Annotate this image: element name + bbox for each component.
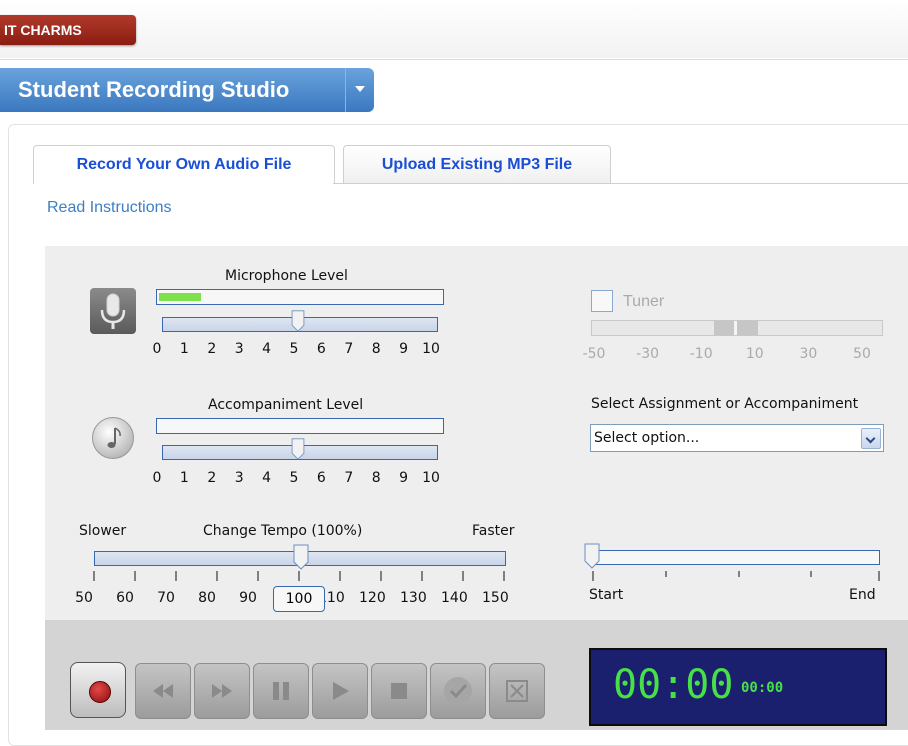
fast-forward-button[interactable]: [194, 663, 250, 719]
accompaniment-tick-label: 1: [179, 470, 189, 486]
microphone-meter-fill: [159, 293, 201, 301]
chevron-down-icon[interactable]: [861, 428, 881, 449]
page-title: Student Recording Studio: [18, 77, 290, 102]
mic-tick-label: 4: [262, 341, 272, 357]
tempo-slower-label: Slower: [79, 523, 127, 539]
submit-button[interactable]: [430, 663, 486, 719]
microphone-slider-thumb[interactable]: [291, 310, 305, 332]
tuner-tick-label: -50: [582, 346, 606, 362]
tuner-tick-label: 50: [853, 346, 871, 362]
accompaniment-tick-label: 7: [344, 470, 354, 486]
mic-tick-label: 8: [371, 341, 381, 357]
microphone-tick-labels: 0 1 2 3 4 5 6 7 8 9 10: [153, 341, 453, 359]
play-button[interactable]: [312, 663, 368, 719]
tempo-tick-label: 130: [400, 590, 427, 606]
tab-record-audio[interactable]: Record Your Own Audio File: [33, 145, 335, 184]
accompaniment-level-meter: [156, 418, 444, 434]
tuner-tick-label: 10: [745, 346, 764, 362]
assignment-select-value: Select option...: [594, 430, 700, 446]
record-icon: [89, 681, 111, 703]
tempo-faster-label: Faster: [472, 523, 515, 539]
position-end-label: End: [849, 587, 876, 603]
rewind-icon: [153, 684, 173, 698]
accompaniment-level-label: Accompaniment Level: [208, 397, 364, 413]
tuner-label: Tuner: [623, 293, 665, 310]
accompaniment-tick-label: 9: [399, 470, 409, 486]
timer-display: 00:00 00:00: [589, 648, 887, 726]
tempo-tick-marks: [93, 571, 505, 581]
timer-main: 00:00: [613, 662, 734, 708]
accompaniment-tick-label: 3: [234, 470, 244, 486]
microphone-level-label: Microphone Level: [225, 268, 348, 284]
accompaniment-tick-label: 4: [262, 470, 272, 486]
accompaniment-tick-label: 2: [207, 470, 217, 486]
mic-tick-label: 0: [152, 341, 162, 357]
position-slider-thumb[interactable]: [584, 543, 600, 569]
stop-icon: [391, 683, 407, 699]
tuner-tick-label: -30: [636, 346, 660, 362]
studio-header: Student Recording Studio: [0, 68, 374, 112]
microphone-icon: [90, 288, 136, 334]
tuner-checkbox[interactable]: [591, 290, 613, 312]
accompaniment-slider-thumb[interactable]: [291, 438, 305, 460]
accompaniment-tick-label: 10: [422, 470, 440, 486]
chevron-down-icon: [355, 86, 365, 92]
close-box-icon: [506, 680, 528, 702]
tempo-tick-label: 70: [157, 590, 175, 606]
mic-tick-label: 3: [234, 341, 244, 357]
studio-menu-dropdown[interactable]: [345, 68, 375, 112]
timer-small: 00:00: [741, 680, 784, 696]
tempo-value-box: 100: [273, 586, 325, 612]
clear-button[interactable]: [489, 663, 545, 719]
tab-upload-mp3[interactable]: Upload Existing MP3 File: [343, 145, 611, 184]
assignment-select[interactable]: Select option...: [590, 424, 884, 452]
exit-charms-button[interactable]: IT CHARMS: [0, 15, 136, 45]
play-icon: [333, 682, 349, 700]
microphone-level-meter: [156, 289, 444, 305]
top-bar: [0, 0, 908, 58]
assignment-select-label: Select Assignment or Accompaniment: [591, 396, 859, 412]
stop-button[interactable]: [371, 663, 427, 719]
tab-divider: [333, 183, 908, 184]
mic-tick-label: 7: [344, 341, 354, 357]
mic-tick-label: 6: [316, 341, 326, 357]
tuner-tick-label: 30: [799, 346, 818, 362]
position-tick-marks: [592, 571, 880, 581]
tuner-tick-labels: -50 -30 -10 10 30 50: [583, 346, 890, 364]
fast-forward-icon: [212, 684, 232, 698]
mic-tick-label: 10: [422, 341, 440, 357]
rewind-button[interactable]: [135, 663, 191, 719]
tempo-label: Change Tempo (100%): [203, 523, 363, 539]
pause-button[interactable]: [253, 663, 309, 719]
pause-icon: [273, 682, 289, 700]
tempo-tick-label: 50: [75, 590, 93, 606]
tuner-center-mark: [734, 321, 737, 335]
divider: [0, 59, 908, 60]
tuner-tick-label: -10: [689, 346, 713, 362]
accompaniment-tick-label: 8: [371, 470, 381, 486]
check-icon: [444, 677, 472, 705]
position-slider-track[interactable]: [592, 550, 880, 565]
mic-tick-label: 9: [399, 341, 409, 357]
accompaniment-tick-label: 0: [152, 470, 162, 486]
tempo-slider-thumb[interactable]: [293, 544, 309, 570]
mic-tick-label: 5: [289, 341, 299, 357]
position-start-label: Start: [589, 587, 624, 603]
mic-tick-label: 1: [179, 341, 189, 357]
record-button[interactable]: [70, 662, 126, 718]
tempo-tick-label: 90: [239, 590, 257, 606]
tempo-tick-label: 140: [441, 590, 468, 606]
accompaniment-tick-label: 5: [289, 470, 299, 486]
tempo-tick-label: 120: [359, 590, 386, 606]
read-instructions-link[interactable]: Read Instructions: [47, 199, 172, 217]
music-note-icon: [92, 417, 134, 459]
tempo-tick-label: 60: [116, 590, 134, 606]
accompaniment-tick-labels: 0 1 2 3 4 5 6 7 8 9 10: [153, 470, 453, 488]
accompaniment-tick-label: 6: [316, 470, 326, 486]
tempo-tick-label: 80: [198, 590, 216, 606]
tempo-tick-label: 150: [482, 590, 509, 606]
mic-tick-label: 2: [207, 341, 217, 357]
